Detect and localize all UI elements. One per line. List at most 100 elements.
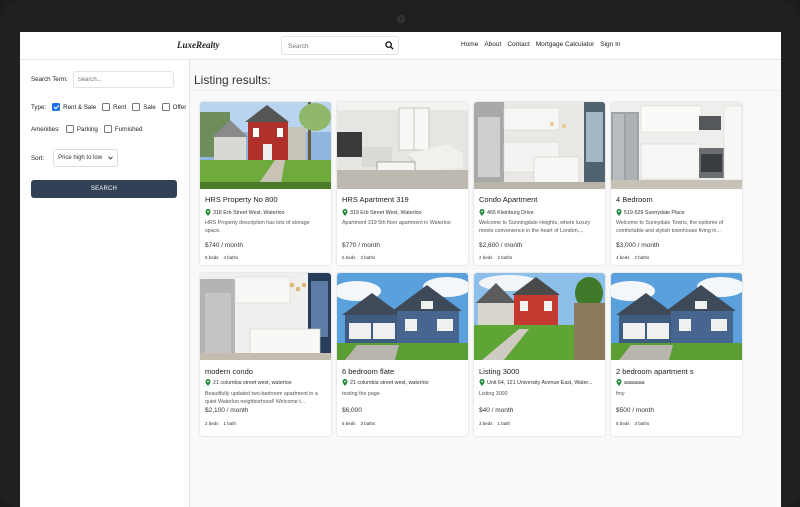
offer-label: Offer	[172, 103, 187, 111]
listing-card[interactable]: Condo Apartment 465 Kleinburg Drive Welc…	[474, 102, 605, 265]
listing-photo[interactable]	[611, 273, 742, 360]
listing-address-text: aaaaaaa	[624, 379, 645, 386]
map-pin-icon	[205, 379, 211, 386]
listing-description: Beautifully updated two-bedroom apartmen…	[205, 391, 318, 405]
listing-description: testing the page	[342, 391, 380, 397]
listing-photo[interactable]	[337, 273, 468, 360]
camera-dot	[397, 15, 405, 23]
listing-title[interactable]: 4 Bedroom	[616, 195, 653, 204]
listing-description: HRS Property description has lots of sto…	[205, 220, 310, 234]
listing-card[interactable]: 6 bedroom flate 21 columbia street west,…	[337, 273, 468, 436]
listing-card[interactable]: Listing 3000 Unit 64, 121 University Ave…	[474, 273, 605, 436]
parking-checkbox[interactable]	[65, 125, 74, 133]
listing-title[interactable]: Listing 3000	[479, 367, 519, 376]
listing-address-text: 465 Kleinburg Drive	[487, 209, 534, 216]
map-pin-icon	[205, 209, 211, 216]
listing-title[interactable]: HRS Property No 800	[205, 195, 278, 204]
sort-select[interactable]: Price high to low	[53, 149, 119, 167]
search-icon[interactable]	[385, 41, 394, 50]
map-pin-icon	[342, 209, 348, 216]
sale-checkbox[interactable]	[132, 103, 141, 111]
listing-price: $40 / month	[479, 407, 514, 414]
listing-address-text: 319 Erb Street West, Waterloo	[350, 209, 422, 216]
search-term-input[interactable]	[72, 71, 174, 88]
listing-description: Apartment 319 5th floor apartment in Wat…	[342, 220, 451, 226]
modern-kitchen-image	[474, 102, 605, 189]
nav-links: Home About Contact Mortgage Calculator S…	[461, 41, 621, 48]
nav-mortgage-calculator-link[interactable]: Mortgage Calculator	[536, 41, 595, 48]
rent-label: Rent	[113, 103, 127, 111]
amenities-row: Amenities: Parking Furnished	[31, 125, 142, 133]
listing-photo[interactable]	[474, 273, 605, 360]
search-term-row: Search Term:	[31, 71, 174, 88]
listing-address: 519-529 Sunnydale Place	[616, 209, 685, 216]
header-search-input[interactable]	[286, 39, 384, 53]
search-button[interactable]: SEARCH	[31, 180, 177, 198]
listing-baths: 1 bath	[223, 421, 237, 426]
map-pin-icon	[616, 209, 622, 216]
listing-photo[interactable]	[337, 102, 468, 189]
listing-title[interactable]: modern condo	[205, 367, 253, 376]
top-navbar: LuxeRealty Home About Contact Mortgage C…	[20, 32, 781, 60]
sort-select-value: Price high to low	[58, 155, 103, 161]
listing-address: 465 Kleinburg Drive	[479, 209, 534, 216]
listing-meta: 2 beds 2 baths	[479, 255, 512, 260]
nav-about-link[interactable]: About	[484, 41, 501, 48]
listing-card[interactable]: 4 Bedroom 519-529 Sunnydale Place Welcom…	[611, 102, 742, 265]
listing-photo[interactable]	[200, 102, 331, 189]
listing-price: $770 / month	[342, 242, 380, 249]
listing-beds: 5 beds	[616, 421, 630, 426]
listing-price: $740 / month	[205, 242, 243, 249]
listing-beds: 2 beds	[205, 421, 219, 426]
listing-baths: 2 baths	[634, 255, 650, 260]
listing-title[interactable]: 2 bedroom apartment s	[616, 367, 694, 376]
nav-home-link[interactable]: Home	[461, 41, 478, 48]
listing-baths: 2 baths	[360, 255, 376, 260]
browser-screen: LuxeRealty Home About Contact Mortgage C…	[20, 32, 781, 507]
offer-checkbox[interactable]	[161, 103, 170, 111]
listing-address-text: 318 Erb Street West, Waterloo	[213, 209, 285, 216]
listing-description: Welcome to Sunnydale Towns, the epitome …	[616, 220, 724, 234]
living-room-image	[337, 102, 468, 189]
type-label: Type:	[31, 103, 47, 111]
listing-card[interactable]: HRS Property No 800 318 Erb Street West,…	[200, 102, 331, 265]
listing-title[interactable]: 6 bedroom flate	[342, 367, 394, 376]
listing-card[interactable]: 2 bedroom apartment s aaaaaaa fmy $500 /…	[611, 273, 742, 436]
listing-beds: 6 beds	[342, 421, 356, 426]
listing-description: Listing 3000	[479, 391, 508, 397]
rent-and-sale-checkbox[interactable]	[52, 103, 61, 111]
listing-address-text: Unit 64, 121 University Avenue East, Wat…	[487, 379, 593, 386]
listing-title[interactable]: HRS Apartment 319	[342, 195, 409, 204]
listing-beds: 2 beds	[479, 255, 493, 260]
map-pin-icon	[616, 379, 622, 386]
listing-description: Welcome to Sunningdale Heights, where lu…	[479, 220, 591, 234]
listing-card[interactable]: modern condo 21 columbia street west, wa…	[200, 273, 331, 436]
rent-checkbox[interactable]	[102, 103, 111, 111]
listing-meta: 6 beds 4 baths	[205, 255, 238, 260]
listing-results-heading: Listing results:	[194, 73, 271, 87]
listing-address: 21 columbia street west, waterloo	[342, 379, 429, 386]
furnished-checkbox[interactable]	[103, 125, 112, 133]
sale-label: Sale	[143, 103, 156, 111]
listing-baths: 3 baths	[634, 421, 650, 426]
listing-card[interactable]: HRS Apartment 319 319 Erb Street West, W…	[337, 102, 468, 265]
listing-photo[interactable]	[200, 273, 331, 360]
listing-meta: 4 beds 2 baths	[616, 255, 649, 260]
header-search	[281, 36, 399, 55]
listing-address: 319 Erb Street West, Waterloo	[342, 209, 422, 216]
nav-sign-in-link[interactable]: Sign In	[600, 41, 620, 48]
site-logo[interactable]: LuxeRealty	[177, 40, 220, 50]
filter-sidebar: Search Term: Type: Rent & Sale Rent Sale…	[20, 60, 190, 507]
red-brick-house-image	[200, 102, 331, 189]
listing-photo[interactable]	[474, 102, 605, 189]
blue-house-image	[611, 273, 742, 360]
rent-and-sale-label: Rent & Sale	[63, 103, 97, 111]
listing-title[interactable]: Condo Apartment	[479, 195, 537, 204]
listing-baths: 4 baths	[223, 255, 239, 260]
listing-photo[interactable]	[611, 102, 742, 189]
listing-baths: 2 baths	[497, 255, 513, 260]
nav-contact-link[interactable]: Contact	[507, 41, 529, 48]
map-pin-icon	[342, 379, 348, 386]
listing-baths: 1 bath	[497, 421, 511, 426]
listing-meta: 2 beds 1 bath	[205, 421, 236, 426]
